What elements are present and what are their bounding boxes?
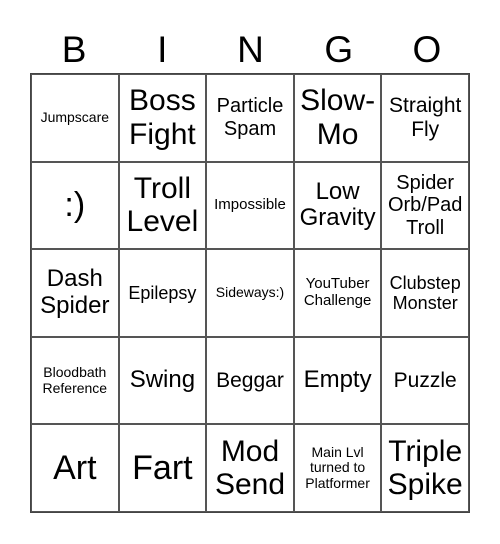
bingo-header: B I N G O	[30, 28, 471, 72]
header-letter-g: G	[324, 29, 354, 70]
header-letter-o: O	[412, 29, 442, 70]
bingo-cell[interactable]: Boss Fight	[118, 74, 207, 162]
bingo-cell[interactable]: Impossible	[206, 161, 294, 250]
bingo-cell[interactable]: Art	[31, 424, 119, 512]
bingo-cell[interactable]: Bloodbath Reference	[31, 336, 119, 425]
bingo-cell[interactable]: Swing	[118, 336, 207, 425]
bingo-cell[interactable]: Low Gravity	[293, 161, 382, 250]
bingo-cell[interactable]: Jumpscare	[31, 74, 119, 162]
bingo-cell[interactable]: Epilepsy	[118, 249, 207, 337]
bingo-cell[interactable]: Triple Spike	[381, 424, 469, 512]
bingo-cell[interactable]: Dash Spider	[31, 249, 119, 337]
bingo-cell[interactable]: Mod Send	[206, 424, 294, 512]
bingo-cell[interactable]: YouTuber Challenge	[293, 249, 382, 337]
bingo-cell[interactable]: Troll Level	[118, 161, 207, 250]
bingo-cell[interactable]: :)	[31, 161, 119, 250]
bingo-cell[interactable]: Beggar	[206, 336, 294, 425]
header-letter-b: B	[61, 29, 87, 70]
bingo-cell[interactable]: Particle Spam	[206, 74, 294, 162]
bingo-card: Jumpscare Boss Fight Particle Spam Slow-…	[30, 73, 470, 513]
bingo-cell[interactable]: Puzzle	[381, 336, 469, 425]
bingo-cell[interactable]: Clubstep Monster	[381, 249, 469, 337]
bingo-cell[interactable]: Empty	[293, 336, 382, 425]
bingo-cell[interactable]: Straight Fly	[381, 74, 469, 162]
header-letter-i: I	[157, 29, 168, 70]
bingo-cell[interactable]: Sideways:)	[206, 249, 294, 337]
bingo-cell[interactable]: Slow-Mo	[293, 74, 382, 162]
bingo-cell[interactable]: Fart	[118, 424, 207, 512]
header-letter-n: N	[237, 29, 264, 70]
bingo-cell[interactable]: Main Lvl turned to Platformer	[293, 424, 382, 512]
bingo-cell[interactable]: Spider Orb/Pad Troll	[381, 161, 469, 250]
